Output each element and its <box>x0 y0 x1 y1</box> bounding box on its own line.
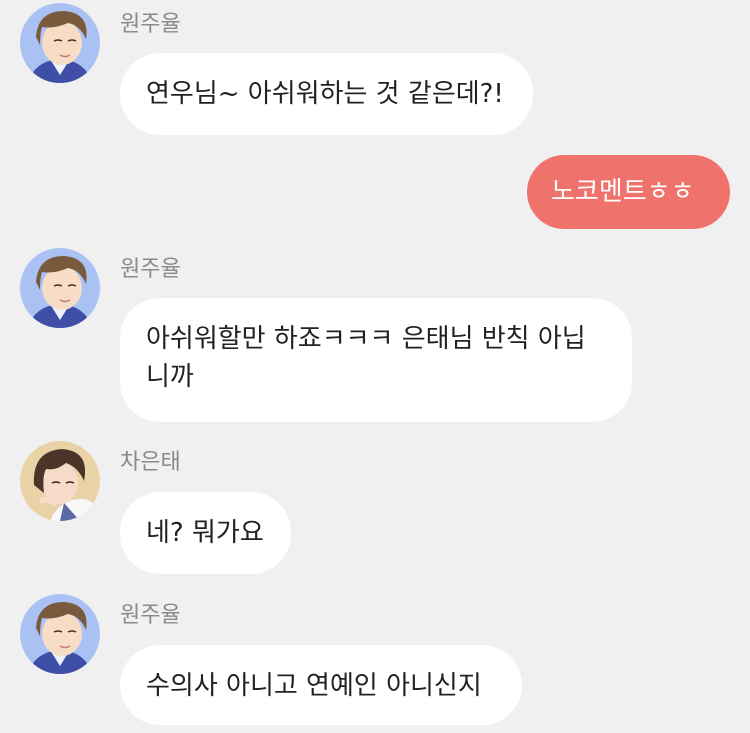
message-text-line: 니까 <box>146 362 194 392</box>
man-portrait-icon <box>20 441 100 521</box>
sent-message-bubble[interactable]: 노코멘트ㅎㅎ <box>527 155 730 229</box>
man-portrait-icon <box>20 594 100 674</box>
man-portrait-icon <box>20 3 100 83</box>
avatar-wonjuyul[interactable] <box>20 594 100 674</box>
avatar-wonjuyul[interactable] <box>20 3 100 83</box>
message-bubble[interactable]: 네? 뭐가요 <box>120 492 291 574</box>
message-bubble[interactable]: 수의사 아니고 연예인 아니신지 <box>120 645 522 725</box>
message-text: 연우님~ 아쉬워하는 것 같은데?! <box>146 79 504 109</box>
message-bubble[interactable]: 연우님~ 아쉬워하는 것 같은데?! <box>120 53 533 135</box>
sender-name: 차은태 <box>120 450 181 475</box>
message-text-line: 아쉬워할만 하죠ㅋㅋㅋ 은태님 반칙 아닙 <box>146 324 586 354</box>
message-text: 노코멘트ㅎㅎ <box>551 177 695 207</box>
message-bubble[interactable]: 아쉬워할만 하죠ㅋㅋㅋ 은태님 반칙 아닙 니까 <box>120 298 632 422</box>
avatar-wonjuyul[interactable] <box>20 248 100 328</box>
sender-name: 원주율 <box>120 12 181 37</box>
sender-name: 원주율 <box>120 257 181 282</box>
man-portrait-icon <box>20 248 100 328</box>
message-text: 수의사 아니고 연예인 아니신지 <box>146 671 482 701</box>
message-text: 네? 뭐가요 <box>146 518 264 548</box>
sender-name: 원주율 <box>120 603 181 628</box>
avatar-chaeuntae[interactable] <box>20 441 100 521</box>
